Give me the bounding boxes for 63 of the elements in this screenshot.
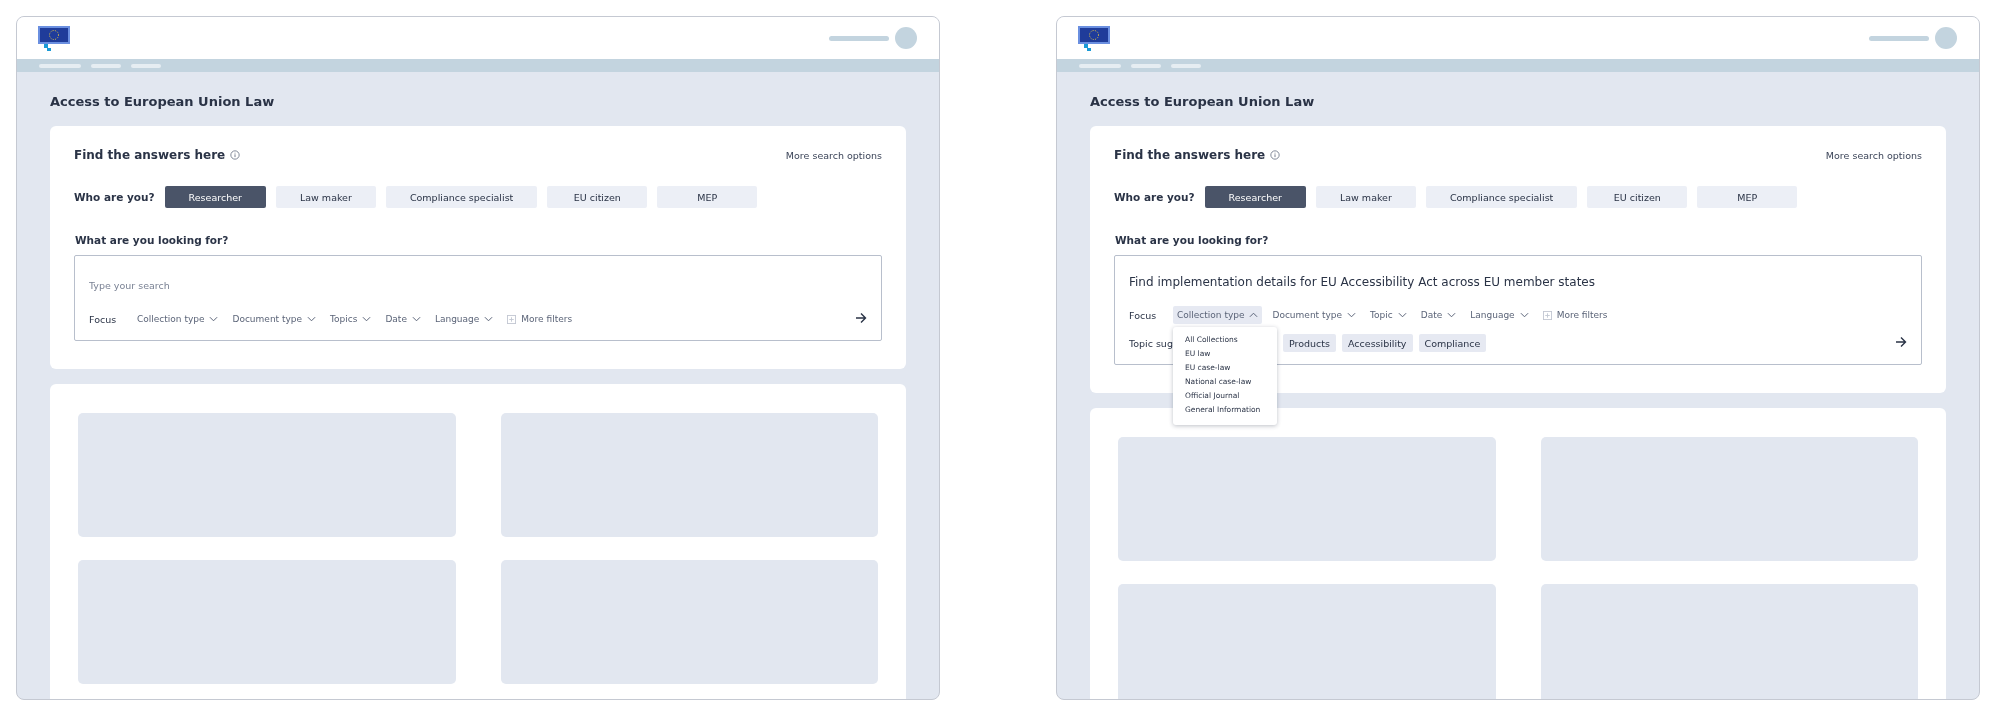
persona-label: Who are you? <box>1114 191 1195 203</box>
page-title: Access to European Union Law <box>1090 93 1316 111</box>
persona-button[interactable]: Compliance specialist <box>1425 186 1578 208</box>
filter-dropdown[interactable]: Collection type <box>1173 306 1263 324</box>
filter-dropdown[interactable]: Collection type <box>133 310 223 328</box>
page-title: Access to European Union Law <box>50 93 276 111</box>
filter-dropdown[interactable]: Topic <box>1366 306 1411 324</box>
chevron-icon <box>411 316 421 322</box>
skeleton-bar <box>1079 63 1121 68</box>
persona-button[interactable]: MEP <box>657 186 758 208</box>
chevron-icon <box>1249 312 1259 318</box>
chevron-icon <box>307 316 317 322</box>
persona-button[interactable]: Researcher <box>164 186 266 208</box>
chevron-icon <box>1397 312 1407 318</box>
plus-icon <box>1542 310 1552 320</box>
persona-button[interactable]: Law maker <box>1315 186 1416 208</box>
query-label: What are you looking for? <box>1115 234 1270 246</box>
topic-chip[interactable]: Compliance <box>1418 334 1487 352</box>
chevron-icon <box>484 316 494 322</box>
topic-chip[interactable]: Products <box>1283 334 1337 352</box>
filter-dropdown[interactable]: Date <box>1416 306 1461 324</box>
persona-button[interactable]: Researcher <box>1204 186 1306 208</box>
persona-button[interactable]: EU citizen <box>1587 186 1688 208</box>
persona-button[interactable]: EU citizen <box>547 186 648 208</box>
persona-button[interactable]: Law maker <box>275 186 376 208</box>
more-filters-button[interactable]: More filters <box>1538 306 1612 324</box>
filter-dropdown[interactable]: Language <box>1466 306 1533 324</box>
query-label: What are you looking for? <box>75 234 230 246</box>
persona-button[interactable]: Compliance specialist <box>385 186 538 208</box>
chevron-icon <box>209 316 219 322</box>
skeleton-bar <box>829 35 889 41</box>
skeleton-bar <box>1171 63 1201 68</box>
filter-dropdown[interactable]: Document type <box>1268 306 1361 324</box>
more-search-options-link[interactable]: More search options <box>785 149 882 161</box>
more-search-options-link[interactable]: More search options <box>1825 149 1922 161</box>
flag-logo-icon[interactable] <box>37 25 71 51</box>
skeleton-bar <box>131 63 161 68</box>
chevron-icon <box>1347 312 1357 318</box>
more-filters-button[interactable]: More filters <box>503 310 577 328</box>
arrow-right-icon[interactable] <box>1895 336 1907 348</box>
search-heading: Find the answers here <box>1114 148 1266 162</box>
skeleton-bar <box>1869 35 1929 41</box>
search-query[interactable]: Find implementation details for EU Accessibility Act across EU member states <box>1129 275 1895 289</box>
chevron-icon <box>362 316 372 322</box>
focus-label: Focus <box>89 313 118 325</box>
plus-icon <box>507 314 517 324</box>
flag-logo-icon[interactable] <box>1077 25 1111 51</box>
skeleton-bar <box>39 63 81 68</box>
persona-label: Who are you? <box>74 191 155 203</box>
topic-chip[interactable]: Accessibility <box>1342 334 1413 352</box>
skeleton-bar <box>1131 63 1161 68</box>
persona-button[interactable]: MEP <box>1697 186 1798 208</box>
topic-suggestions-label: Topic sug <box>1129 337 1173 349</box>
filter-dropdown[interactable]: Date <box>381 310 425 328</box>
filter-dropdown[interactable]: Topics <box>326 310 376 328</box>
filter-dropdown[interactable]: Language <box>430 310 498 328</box>
filter-dropdown[interactable]: Document type <box>228 310 321 328</box>
search-heading: Find the answers here <box>74 148 226 162</box>
chevron-icon <box>1519 312 1529 318</box>
focus-label: Focus <box>1129 309 1158 321</box>
skeleton-bar <box>91 63 121 68</box>
arrow-right-icon[interactable] <box>855 312 867 324</box>
chevron-icon <box>1447 312 1457 318</box>
